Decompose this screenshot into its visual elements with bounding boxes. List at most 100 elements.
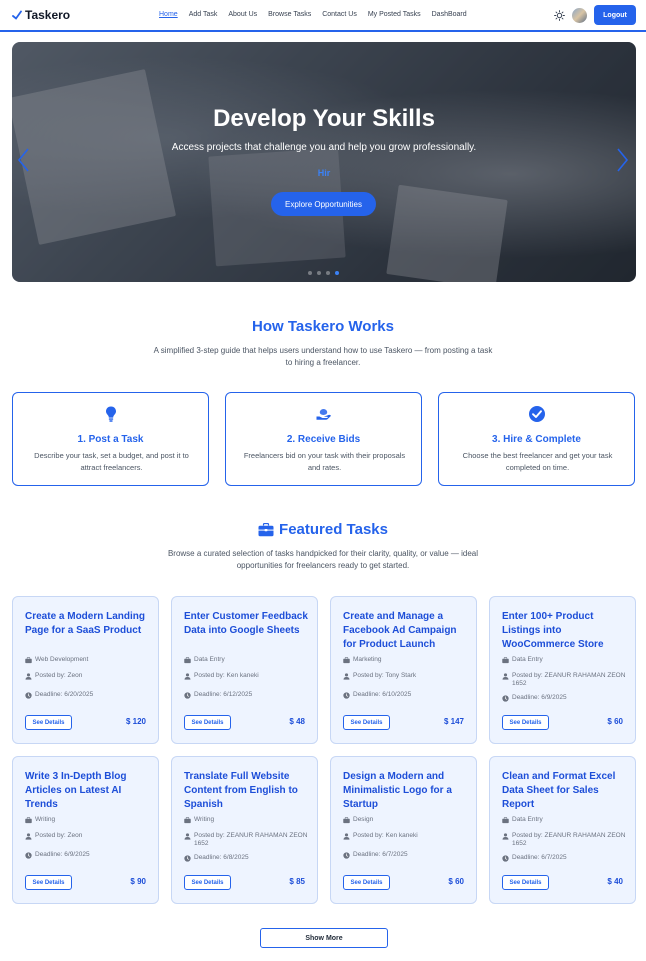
user-icon (184, 672, 191, 680)
task-title[interactable]: Enter 100+ Product Listings into WooComm… (502, 610, 630, 652)
task-posted-by: Posted by: Zeon (25, 832, 153, 840)
briefcase-icon (25, 656, 32, 663)
task-category-text: Web Development (35, 656, 89, 663)
hero-subtitle: Access projects that challenge you and h… (171, 142, 477, 153)
task-category-text: Data Entry (512, 816, 543, 823)
brand-logo[interactable]: Taskero (12, 8, 70, 22)
check-icon (12, 10, 22, 20)
step-title: 2. Receive Bids (286, 434, 361, 445)
nav-link-browse-tasks[interactable]: Browse Tasks (268, 11, 311, 18)
task-posted-by: Posted by: Ken kaneki (184, 672, 312, 680)
nav-link-dashboard[interactable]: DashBoard (432, 11, 467, 18)
hero-overlay (12, 42, 636, 282)
clock-icon (25, 691, 32, 699)
explore-opportunities-button[interactable]: Explore Opportunities (271, 192, 376, 216)
task-category-text: Data Entry (194, 656, 225, 663)
task-deadline: Deadline: 6/8/2025 (184, 854, 312, 862)
task-deadline: Deadline: 6/20/2025 (25, 691, 153, 699)
see-details-button[interactable]: See Details (25, 875, 72, 890)
nav-link-home[interactable]: Home (159, 11, 178, 18)
hero-typed-text: Hir (317, 168, 331, 178)
logout-button[interactable]: Logout (594, 5, 636, 25)
task-card: Clean and Format Excel Data Sheet for Sa… (489, 756, 636, 904)
task-category-text: Data Entry (512, 656, 543, 663)
avatar[interactable] (572, 8, 587, 23)
task-title[interactable]: Clean and Format Excel Data Sheet for Sa… (502, 770, 630, 812)
carousel-dot[interactable] (317, 271, 321, 275)
task-title[interactable]: Enter Customer Feedback Data into Google… (184, 610, 312, 638)
see-details-button[interactable]: See Details (184, 875, 231, 890)
step-title: 3. Hire & Complete (492, 434, 581, 445)
briefcase-icon (25, 816, 32, 823)
lightbulb-icon (106, 406, 116, 422)
task-deadline-text: Deadline: 6/10/2025 (353, 691, 412, 698)
see-details-button[interactable]: See Details (25, 715, 72, 730)
see-details-button[interactable]: See Details (343, 715, 390, 730)
task-title[interactable]: Write 3 In-Depth Blog Articles on Latest… (25, 770, 153, 812)
see-details-button[interactable]: See Details (502, 715, 549, 730)
briefcase-icon (184, 656, 191, 663)
task-posted-by: Posted by: ZEANUR RAHAMAN ZEON 1652 (184, 832, 312, 848)
carousel-dot-active[interactable] (335, 271, 339, 275)
hero-carousel: Develop Your Skills Access projects that… (12, 42, 636, 282)
task-deadline: Deadline: 6/10/2025 (343, 691, 471, 699)
how-title: How Taskero Works (252, 318, 394, 335)
task-category: Marketing (343, 656, 471, 664)
task-card: Create a Modern Landing Page for a SaaS … (12, 596, 159, 744)
nav-link-my-posted-tasks[interactable]: My Posted Tasks (368, 11, 421, 18)
task-price: $ 48 (289, 717, 305, 726)
task-deadline: Deadline: 6/7/2025 (502, 854, 630, 862)
see-details-button[interactable]: See Details (343, 875, 390, 890)
task-title[interactable]: Design a Modern and Minimalistic Logo fo… (343, 770, 471, 812)
see-details-button[interactable]: See Details (502, 875, 549, 890)
how-description: A simplified 3-step guide that helps use… (153, 346, 493, 367)
user-icon (25, 672, 32, 680)
task-title[interactable]: Translate Full Website Content from Engl… (184, 770, 312, 812)
chevron-left-icon[interactable] (16, 147, 30, 173)
briefcase-icon (343, 816, 350, 823)
user-icon (25, 832, 32, 840)
task-title[interactable]: Create and Manage a Facebook Ad Campaign… (343, 610, 471, 652)
task-deadline: Deadline: 6/7/2025 (343, 851, 471, 859)
sun-icon[interactable] (554, 10, 565, 21)
user-icon (343, 672, 350, 680)
task-title[interactable]: Create a Modern Landing Page for a SaaS … (25, 610, 153, 638)
task-card: Translate Full Website Content from Engl… (171, 756, 318, 904)
task-card: Create and Manage a Facebook Ad Campaign… (330, 596, 477, 744)
task-deadline-text: Deadline: 6/8/2025 (194, 854, 249, 861)
see-details-button[interactable]: See Details (184, 715, 231, 730)
nav-link-add-task[interactable]: Add Task (189, 11, 218, 18)
task-deadline-text: Deadline: 6/9/2025 (35, 851, 90, 858)
task-category-text: Design (353, 816, 374, 823)
task-price: $ 147 (443, 717, 464, 726)
user-icon (502, 832, 509, 840)
show-more-button[interactable]: Show More (260, 928, 388, 948)
task-category-text: Writing (194, 816, 215, 823)
chevron-right-icon[interactable] (616, 147, 630, 173)
task-price: $ 60 (607, 717, 623, 726)
nav-link-contact-us[interactable]: Contact Us (322, 11, 357, 18)
carousel-dot[interactable] (326, 271, 330, 275)
step-title: 1. Post a Task (77, 434, 144, 445)
task-posted-by-text: Posted by: Ken kaneki (353, 832, 418, 839)
featured-title: Featured Tasks (279, 521, 388, 538)
task-deadline-text: Deadline: 6/7/2025 (512, 854, 567, 861)
hero-title: Develop Your Skills (213, 105, 435, 132)
task-posted-by-text: Posted by: ZEANUR RAHAMAN ZEON 1652 (194, 832, 308, 847)
task-posted-by: Posted by: ZEANUR RAHAMAN ZEON 1652 (502, 672, 630, 688)
task-category-text: Writing (35, 816, 56, 823)
nav-link-about-us[interactable]: About Us (228, 11, 257, 18)
featured-description: Browse a curated selection of tasks hand… (167, 549, 479, 570)
task-card: Enter 100+ Product Listings into WooComm… (489, 596, 636, 744)
task-posted-by-text: Posted by: ZEANUR RAHAMAN ZEON 1652 (512, 672, 626, 687)
step-description: Freelancers bid on your task with their … (243, 451, 406, 472)
carousel-dot[interactable] (308, 271, 312, 275)
task-price: $ 60 (448, 877, 464, 886)
clock-icon (502, 694, 509, 702)
task-deadline: Deadline: 6/9/2025 (502, 694, 630, 702)
brand-name: Taskero (25, 8, 71, 22)
hand-money-icon (316, 409, 331, 420)
step-card-post-task: 1. Post a Task Describe your task, set a… (12, 392, 209, 486)
task-category: Design (343, 816, 471, 824)
task-category: Data Entry (184, 656, 312, 664)
